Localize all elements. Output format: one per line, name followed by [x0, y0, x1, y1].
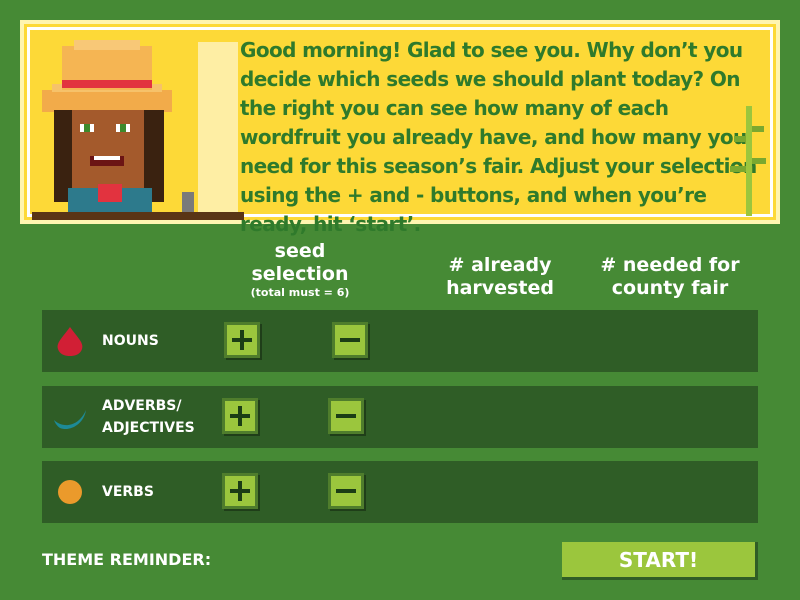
minus-icon [336, 414, 356, 418]
row-adverbs-adjectives: ADVERBS/ ADJECTIVES [42, 386, 758, 448]
minus-icon [340, 338, 360, 342]
plus-icon [230, 406, 250, 426]
dialog-text: Good morning! Glad to see you. Why don’t… [240, 38, 757, 236]
needed-for-fair-header: # needed for county fair [590, 254, 750, 300]
red-drop-icon [57, 327, 83, 356]
already-harvested-header: # already harvested [420, 254, 580, 300]
seed-selection-header: seed selection (total must = 6) [222, 240, 378, 300]
dialog-box: Good morning! Glad to see you. Why don’t… [20, 20, 780, 236]
header-text: county fair [611, 277, 729, 299]
nouns-plus-button[interactable] [224, 322, 260, 358]
teal-crescent-icon [54, 410, 86, 430]
row-nouns: NOUNS [42, 310, 758, 372]
header-text: # already [448, 254, 552, 276]
row-label-line: ADVERBS/ [102, 398, 182, 414]
adverbs-plus-button[interactable] [222, 398, 258, 434]
verbs-minus-button[interactable] [328, 473, 364, 509]
corn-stalk-icon [730, 106, 766, 216]
adverbs-minus-button[interactable] [328, 398, 364, 434]
farmer-portrait [32, 40, 244, 220]
row-label: VERBS [102, 484, 154, 500]
header-text: selection [251, 263, 349, 285]
verbs-plus-button[interactable] [222, 473, 258, 509]
header-text: # needed for [600, 254, 740, 276]
row-label: NOUNS [102, 333, 159, 349]
plus-icon [232, 330, 252, 350]
header-text: seed [274, 240, 326, 262]
plus-icon [230, 481, 250, 501]
start-button[interactable]: START! [562, 542, 758, 580]
minus-icon [336, 489, 356, 493]
row-verbs: VERBS [42, 461, 758, 523]
theme-reminder-label: THEME REMINDER: [42, 550, 212, 569]
orange-circle-icon [58, 480, 82, 504]
row-label-line: ADJECTIVES [102, 420, 195, 436]
row-label: ADVERBS/ ADJECTIVES [102, 395, 195, 439]
header-text: harvested [446, 277, 554, 299]
nouns-minus-button[interactable] [332, 322, 368, 358]
seed-total-note: (total must = 6) [250, 286, 350, 299]
